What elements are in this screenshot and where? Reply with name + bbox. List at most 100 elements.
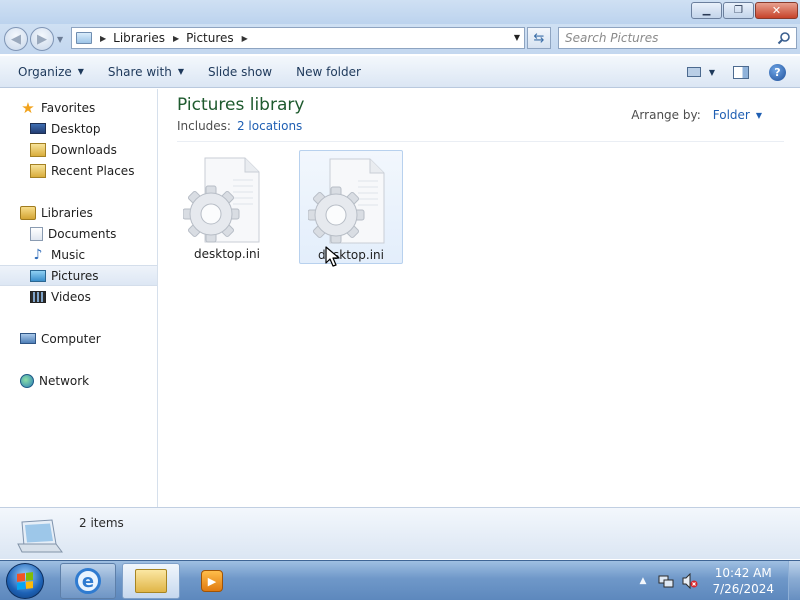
new-folder-label: New folder bbox=[296, 64, 361, 79]
close-button[interactable]: ✕ bbox=[755, 2, 798, 19]
arrange-by-dropdown[interactable]: Folder bbox=[713, 108, 750, 122]
refresh-button[interactable]: ⇆ bbox=[527, 27, 551, 49]
details-pane: 2 items bbox=[0, 507, 800, 559]
breadcrumb-separator-icon[interactable]: ▶ bbox=[100, 34, 106, 43]
show-desktop-button[interactable] bbox=[788, 561, 800, 600]
desktop-icon bbox=[30, 123, 46, 134]
sidebar-item-computer[interactable]: Computer bbox=[0, 328, 157, 349]
refresh-icon: ⇆ bbox=[533, 30, 545, 46]
maximize-button[interactable]: ❐ bbox=[723, 2, 754, 19]
file-item[interactable]: desktop.ini bbox=[175, 150, 279, 264]
title-bar: ▁ ❐ ✕ bbox=[0, 0, 800, 24]
sidebar-item-downloads[interactable]: Downloads bbox=[0, 139, 157, 160]
windows-logo-icon bbox=[17, 572, 33, 590]
includes-label: Includes: bbox=[177, 119, 231, 133]
back-button[interactable]: ◀ bbox=[4, 27, 28, 51]
show-hidden-icons-icon[interactable]: ▲ bbox=[640, 576, 647, 586]
minimize-button[interactable]: ▁ bbox=[691, 2, 722, 19]
arrange-by-label: Arrange by: bbox=[631, 108, 701, 122]
change-view-icon[interactable] bbox=[686, 67, 701, 77]
slide-show-label: Slide show bbox=[207, 64, 273, 79]
volume-muted-icon[interactable] bbox=[682, 573, 698, 589]
forward-button[interactable]: ▶ bbox=[30, 27, 54, 51]
file-item[interactable]: desktop.ini bbox=[299, 150, 403, 264]
breadcrumb-pictures[interactable]: Pictures bbox=[186, 31, 234, 45]
divider bbox=[177, 141, 784, 142]
close-icon: ✕ bbox=[771, 4, 782, 17]
command-bar: Organize ▼ Share with ▼ Slide show New fol… bbox=[0, 56, 800, 88]
new-folder-button[interactable]: New folder bbox=[284, 56, 373, 87]
sidebar-item-videos[interactable]: Videos bbox=[0, 286, 157, 307]
folder-icon bbox=[135, 569, 167, 593]
taskbar-windows-explorer[interactable] bbox=[122, 563, 180, 599]
navigation-pane: ★ Favorites Desktop Downloads Recent Pla… bbox=[0, 89, 158, 507]
sidebar-item-music[interactable]: ♪ Music bbox=[0, 244, 157, 265]
sidebar-item-libraries[interactable]: Libraries bbox=[0, 202, 157, 223]
sidebar-item-label: Computer bbox=[41, 331, 101, 346]
page-title: Pictures library bbox=[177, 95, 305, 115]
view-options-dropdown-icon[interactable]: ▼ bbox=[709, 68, 715, 77]
window-controls: ▁ ❐ ✕ bbox=[691, 2, 798, 19]
chevron-down-icon: ▼ bbox=[77, 67, 84, 76]
network-status-icon[interactable] bbox=[658, 573, 674, 589]
clock-date: 7/26/2024 bbox=[712, 582, 774, 596]
network-icon bbox=[20, 373, 34, 388]
chevron-down-icon[interactable]: ▼ bbox=[756, 111, 762, 120]
organize-menu[interactable]: Organize ▼ bbox=[0, 56, 96, 87]
sidebar-item-network[interactable]: Network bbox=[0, 370, 157, 391]
breadcrumb-separator-icon[interactable]: ▶ bbox=[173, 34, 179, 43]
settings-file-icon bbox=[183, 157, 260, 243]
sidebar-item-label: Libraries bbox=[41, 205, 93, 220]
address-dropdown-icon[interactable]: ▼ bbox=[514, 33, 520, 42]
downloads-icon bbox=[30, 142, 46, 157]
internet-explorer-icon: e bbox=[75, 568, 101, 594]
libraries-icon bbox=[20, 205, 36, 220]
navigation-row: ◀ ▶ ▼ ▶ Libraries ▶ Pictures ▶ ▼ ⇆ bbox=[0, 24, 800, 54]
mouse-cursor-icon bbox=[325, 246, 340, 267]
clock-time: 10:42 AM bbox=[714, 566, 772, 580]
share-with-menu[interactable]: Share with ▼ bbox=[96, 56, 196, 87]
sidebar-item-favorites[interactable]: ★ Favorites bbox=[0, 97, 157, 118]
search-box[interactable] bbox=[558, 27, 797, 49]
library-includes: Includes: 2 locations bbox=[177, 119, 302, 133]
taskbar-internet-explorer[interactable]: e bbox=[60, 563, 116, 599]
preview-pane-icon[interactable] bbox=[733, 65, 749, 79]
recent-pages-dropdown[interactable]: ▼ bbox=[57, 35, 63, 44]
sidebar-item-recent-places[interactable]: Recent Places bbox=[0, 160, 157, 181]
sidebar-item-desktop[interactable]: Desktop bbox=[0, 118, 157, 139]
music-icon: ♪ bbox=[33, 246, 43, 263]
sidebar-item-documents[interactable]: Documents bbox=[0, 223, 157, 244]
sidebar-item-label: Favorites bbox=[41, 100, 96, 115]
item-count: 2 items bbox=[79, 516, 124, 530]
breadcrumb-separator-icon[interactable]: ▶ bbox=[242, 34, 248, 43]
sidebar-item-label: Downloads bbox=[51, 142, 117, 157]
recent-places-icon bbox=[30, 163, 46, 178]
address-bar[interactable]: ▶ Libraries ▶ Pictures ▶ ▼ bbox=[71, 27, 525, 49]
search-input[interactable] bbox=[565, 31, 765, 45]
slide-show-button[interactable]: Slide show bbox=[196, 56, 284, 87]
star-icon: ★ bbox=[21, 98, 35, 117]
sidebar-item-label: Recent Places bbox=[51, 163, 135, 178]
chevron-down-icon: ▼ bbox=[177, 67, 184, 76]
back-arrow-icon: ◀ bbox=[11, 31, 21, 47]
settings-file-icon bbox=[308, 158, 385, 244]
sidebar-item-label: Music bbox=[51, 247, 86, 262]
clock[interactable]: 10:42 AM 7/26/2024 bbox=[712, 565, 774, 597]
file-name: desktop.ini bbox=[318, 248, 384, 262]
media-player-icon: ▶ bbox=[201, 570, 223, 592]
breadcrumb-libraries[interactable]: Libraries bbox=[113, 31, 165, 45]
locations-link[interactable]: 2 locations bbox=[237, 119, 302, 133]
help-icon[interactable]: ? bbox=[769, 63, 786, 81]
start-button[interactable] bbox=[6, 563, 44, 599]
taskbar-media-player[interactable]: ▶ bbox=[188, 563, 236, 599]
taskbar: e ▶ ▲ 10:42 AM 7/26/2024 bbox=[0, 560, 800, 600]
restore-icon: ❐ bbox=[734, 4, 743, 16]
sidebar-item-label: Network bbox=[39, 373, 90, 388]
sidebar-item-label: Pictures bbox=[51, 268, 99, 283]
organize-label: Organize bbox=[18, 64, 72, 79]
forward-arrow-icon: ▶ bbox=[37, 31, 47, 47]
search-icon[interactable] bbox=[777, 31, 791, 45]
sidebar-item-label: Desktop bbox=[51, 121, 101, 136]
pictures-library-icon bbox=[17, 519, 63, 553]
sidebar-item-pictures[interactable]: Pictures bbox=[0, 265, 157, 286]
